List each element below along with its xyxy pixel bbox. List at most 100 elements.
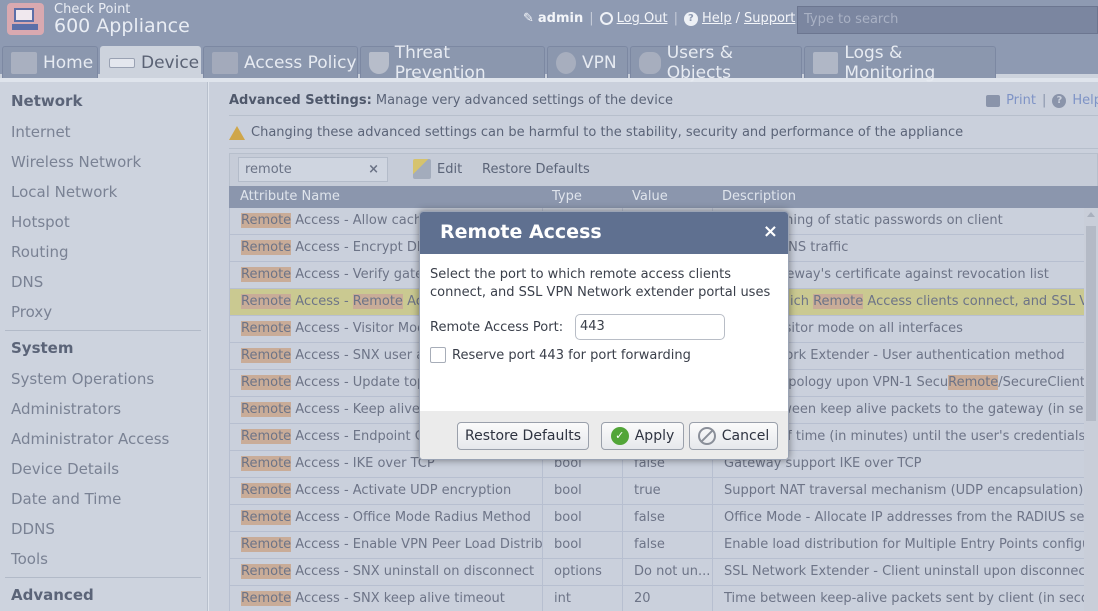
global-search-input[interactable]: Type to search [797,6,1098,34]
shield-icon [369,51,389,74]
sidebar-heading-network: Network [11,92,83,110]
cell-attribute-name: Remote Access - Activate UDP encryption [230,478,543,504]
table-scrollbar[interactable] [1084,208,1098,611]
table-row[interactable]: Remote Access - Office Mode Radius Metho… [229,505,1084,532]
support-link[interactable]: Support [744,11,795,26]
table-toolbar: remote × Edit Restore Defaults [229,153,1098,186]
top-header: Check Point 600 Appliance ✎ admin | Log … [0,0,1098,44]
separator: | [673,11,678,26]
edit-pencil-icon [413,159,431,179]
table-row[interactable]: Remote Access - SNX uninstall on disconn… [229,559,1084,586]
sidebar-item-proxy[interactable]: Proxy [11,303,52,321]
vpn-icon [556,51,576,74]
page-title-desc: Manage very advanced settings of the dev… [371,93,674,108]
sidebar-item-administrators[interactable]: Administrators [11,400,121,418]
table-header: Attribute Name Type Value Description [229,186,1098,208]
cancel-circle-icon [697,427,716,445]
tab-device[interactable]: Device [100,46,201,78]
apply-button[interactable]: ✓ Apply [601,422,684,450]
sidebar-item-hotspot[interactable]: Hotspot [11,213,70,231]
sidebar-item-tools[interactable]: Tools [11,550,48,568]
search-match-highlight: Remote [241,321,292,336]
remote-access-port-input[interactable]: 443 [575,314,725,340]
sidebar-item-routing[interactable]: Routing [11,243,69,261]
port-field-row: Remote Access Port: 443 [430,314,778,340]
table-row[interactable]: Remote Access - Enable VPN Peer Load Dis… [229,532,1084,559]
dialog-title: Remote Access [440,221,602,243]
appliance-icon [109,57,135,68]
dialog-body: Select the port to which remote access c… [420,254,788,363]
search-match-highlight: Remote [241,240,292,255]
search-match-highlight: Remote [241,429,292,444]
divider [229,115,1098,116]
search-match-highlight: Remote [241,456,292,471]
main-tabs: Home Device Access Policy Threat Prevent… [0,43,1098,83]
sidebar-heading-system: System [11,339,74,357]
logout-link[interactable]: Log Out [617,11,668,26]
scroll-up-arrow-icon[interactable] [1087,212,1095,217]
column-header-attribute-name[interactable]: Attribute Name [240,189,340,204]
tab-access-policy[interactable]: Access Policy [203,46,358,78]
brand: Check Point 600 Appliance [54,3,190,36]
separator: | [1041,93,1047,108]
edit-button[interactable]: Edit [413,159,462,179]
dialog-header: Remote Access × [420,212,788,254]
help-link[interactable]: Help [1072,93,1098,108]
sidebar-item-local-network[interactable]: Local Network [11,183,117,201]
sidebar-item-internet[interactable]: Internet [11,123,71,141]
close-icon[interactable]: × [763,212,778,252]
port-label: Remote Access Port: [430,319,564,335]
print-link[interactable]: Print [1006,93,1036,108]
reserve-port-checkbox[interactable] [430,347,446,363]
search-match-highlight: Remote [241,510,292,525]
clipboard-chart-icon [813,51,839,74]
page-title: Advanced Settings: Manage very advanced … [229,93,673,108]
column-header-type[interactable]: Type [552,189,582,204]
cell-description: Time between keep-alive packets sent by … [724,591,1084,606]
cell-attribute-name: Remote Access - SNX uninstall on disconn… [230,559,543,585]
tab-home[interactable]: Home [2,46,98,78]
sidebar-item-wireless-network[interactable]: Wireless Network [11,153,141,171]
table-row[interactable]: Remote Access - Activate UDP encryption b… [229,478,1084,505]
sidebar-item-device-details[interactable]: Device Details [11,460,119,478]
logout-icon [599,12,613,25]
cell-type: int [543,586,623,611]
help-icon: ? [683,11,698,26]
dialog-description: Select the port to which remote access c… [430,267,771,300]
tab-threat-prevention[interactable]: Threat Prevention [360,43,545,83]
tab-users-objects[interactable]: Users & Objects [630,43,802,83]
table-row[interactable]: Remote Access - SNX keep alive timeout in… [229,586,1084,611]
cell-value: false [623,505,713,531]
clear-filter-icon[interactable]: × [368,158,379,181]
cell-description: Enable load distribution for Multiple En… [724,537,1084,552]
sidebar-item-ddns[interactable]: DDNS [11,520,55,538]
tab-label: Access Policy [244,52,357,73]
search-match-highlight: Remote [241,402,292,417]
cell-description: SSL Network Extender - Client uninstall … [724,564,1084,579]
check-circle-icon: ✓ [610,427,629,445]
scroll-thumb[interactable] [1086,226,1096,421]
reserve-port-label[interactable]: Reserve port 443 for port forwarding [452,348,691,363]
sidebar-divider [5,577,201,578]
cell-attribute-name: Remote Access - Office Mode Radius Metho… [230,505,543,531]
sidebar-heading-advanced[interactable]: Advanced [11,586,94,604]
tab-label: Threat Prevention [394,42,486,83]
dialog-restore-defaults-button[interactable]: Restore Defaults [457,422,589,450]
tab-logs-monitoring[interactable]: Logs & Monitoring [804,43,996,83]
restore-defaults-button[interactable]: Restore Defaults [482,162,590,177]
username[interactable]: admin [538,11,583,26]
filter-input[interactable]: remote × [238,157,388,182]
sidebar-item-system-operations[interactable]: System Operations [11,370,154,388]
column-header-value[interactable]: Value [632,189,668,204]
cancel-button[interactable]: Cancel [689,422,778,450]
edit-label: Edit [437,161,463,177]
help-link[interactable]: Help [702,11,732,26]
column-header-description[interactable]: Description [722,189,796,204]
sidebar-item-date-and-time[interactable]: Date and Time [11,490,121,508]
sidebar-item-dns[interactable]: DNS [11,273,43,291]
search-match-highlight: Remote [813,294,864,309]
tab-vpn[interactable]: VPN [547,46,628,78]
sidebar-item-administrator-access[interactable]: Administrator Access [11,430,169,448]
search-match-highlight: Remote [241,483,292,498]
help-icon: ? [1052,93,1067,108]
